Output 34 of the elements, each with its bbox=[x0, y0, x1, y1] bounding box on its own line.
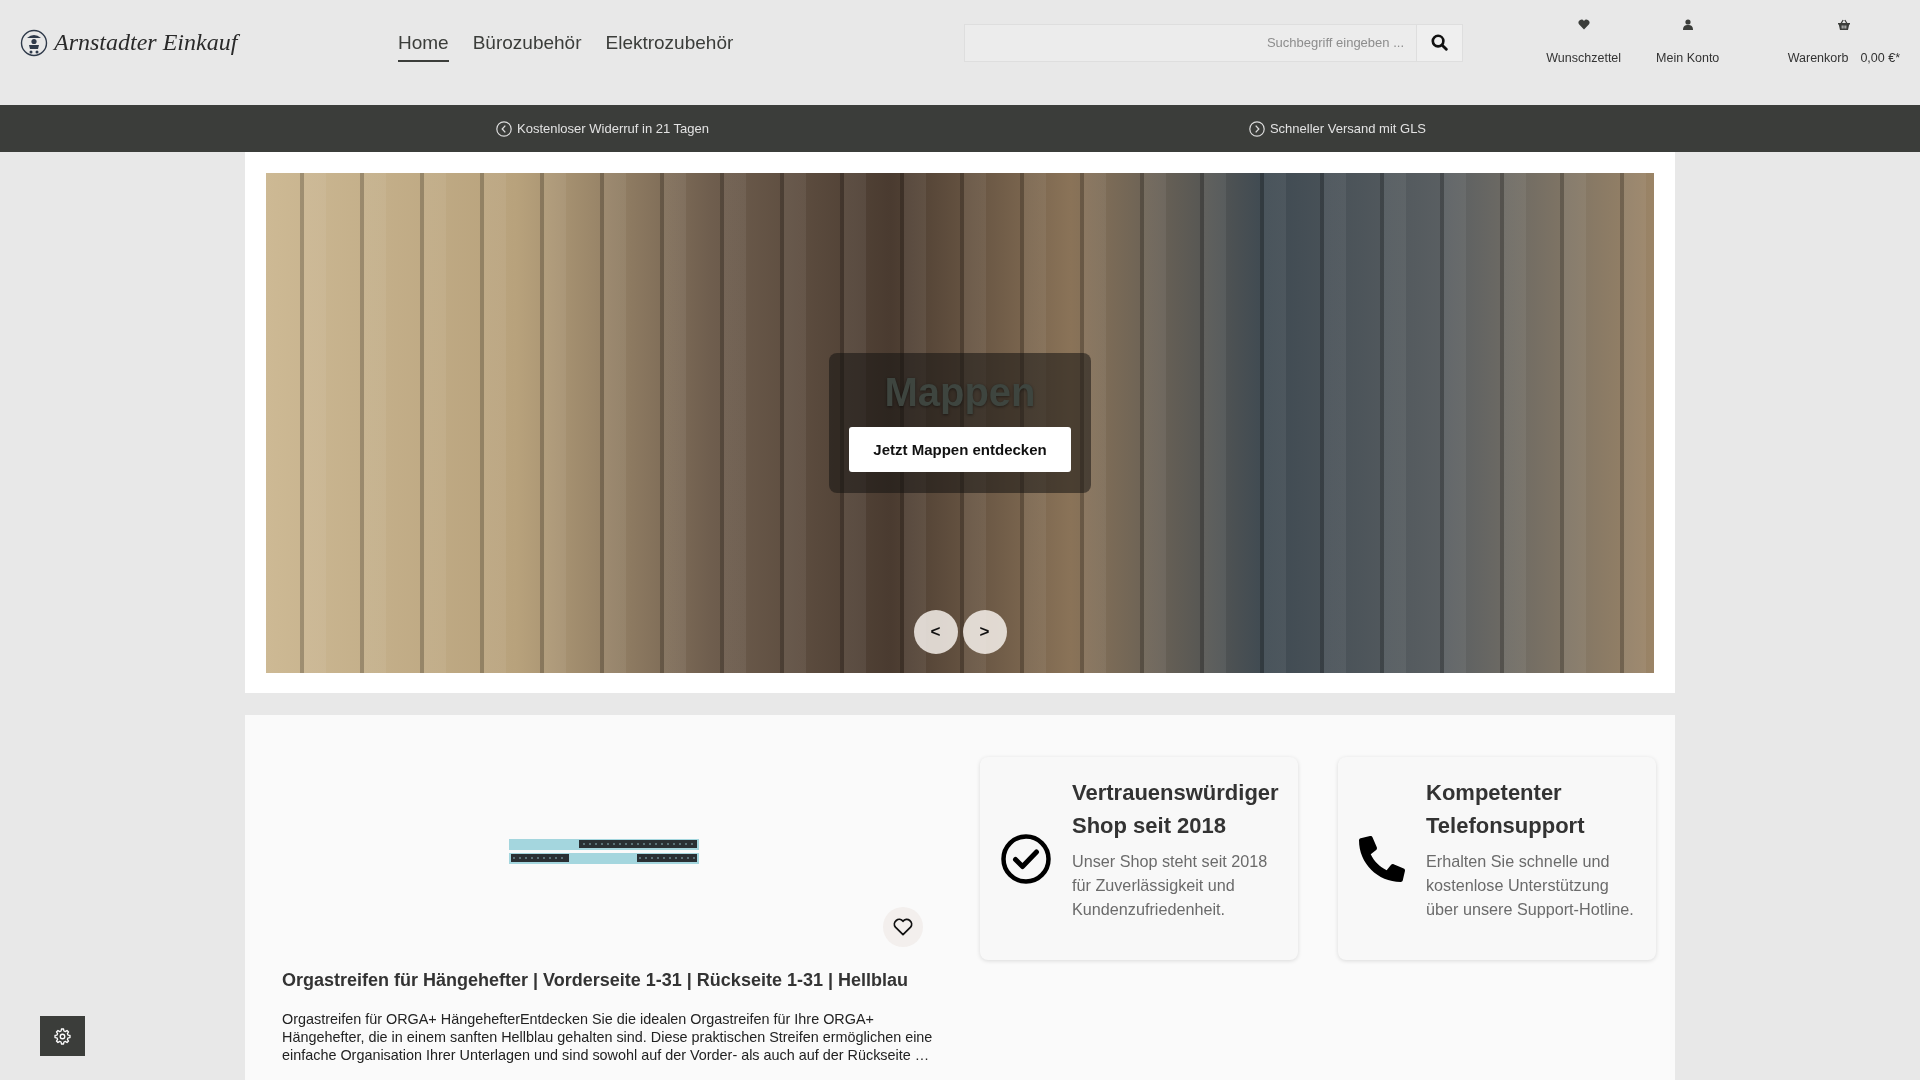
usp-text: Kostenloser Widerruf in 21 Tagen bbox=[517, 121, 709, 136]
product-title[interactable]: Orgastreifen für Hängehefter | Vorderseite 1-31 | Rückseite 1-31 | Hellblau bbox=[282, 968, 926, 992]
usp-text: Schneller Versand mit GLS bbox=[1269, 121, 1427, 136]
heart-outline-icon bbox=[893, 918, 913, 936]
check-circle-icon bbox=[1001, 833, 1051, 884]
phone-icon bbox=[1359, 835, 1405, 882]
feature-title: Vertrauenswürdiger Shop seit 2018 bbox=[1072, 779, 1280, 840]
discover-button[interactable]: Jetzt Mappen entdecken bbox=[849, 427, 1071, 472]
feature-text: Erhalten Sie schnelle und kostenlose Unterstützung über unsere Support-Hotline. bbox=[1426, 851, 1635, 920]
account-link[interactable]: Mein Konto bbox=[1635, 19, 1740, 65]
search-icon bbox=[1431, 34, 1448, 51]
nav-link[interactable]: Home bbox=[398, 25, 449, 62]
cart-total: 0,00 €* bbox=[1860, 51, 1900, 65]
next-slide-button[interactable]: > bbox=[962, 610, 1007, 654]
previous-slide-button[interactable]: < bbox=[913, 610, 958, 654]
product-description: Orgastreifen für ORGA+ HängehefterEntdecken Sie die idealen Orgastreifen für Ihre ORGA+ Hängehefter, die in einem sanften Hellblau gehalten sind. Diese praktischen Streifen ermöglichen eine einfache Organisation Ihrer Unterlagen und sind sowohl auf der Vorder- als auch auf der Rückseite … bbox=[282, 1010, 934, 1064]
search-button[interactable] bbox=[1416, 23, 1463, 62]
feature-title: Kompetenter Telefonsupport bbox=[1426, 779, 1586, 840]
search-field[interactable]: Suchbegriff eingeben ... bbox=[964, 23, 1416, 62]
wishlist-button[interactable] bbox=[883, 907, 923, 947]
shop-logo[interactable]: Arnstadter Einkauf bbox=[20, 28, 238, 57]
chevron-left-circle-icon bbox=[496, 120, 512, 137]
cart-link[interactable]: Warenkorb 0,00 €* bbox=[1787, 19, 1900, 65]
nav-link[interactable]: Bürozubehör bbox=[472, 25, 582, 62]
basket-icon bbox=[1837, 19, 1850, 30]
chevron-right-circle-icon bbox=[1248, 120, 1265, 137]
nav-link[interactable]: Elektrozubehör bbox=[605, 25, 734, 62]
logo-icon bbox=[20, 28, 48, 57]
user-icon bbox=[1682, 19, 1693, 30]
heart-icon bbox=[1577, 19, 1590, 30]
settings-icon bbox=[54, 1027, 71, 1045]
settings-button[interactable] bbox=[40, 1016, 85, 1056]
wishlist-link[interactable]: Wunschzettel bbox=[1531, 19, 1636, 65]
feature-text: Unser Shop steht seit 2018 für Zuverlässigkeit und Kundenzufriedenheit. bbox=[1072, 851, 1269, 920]
